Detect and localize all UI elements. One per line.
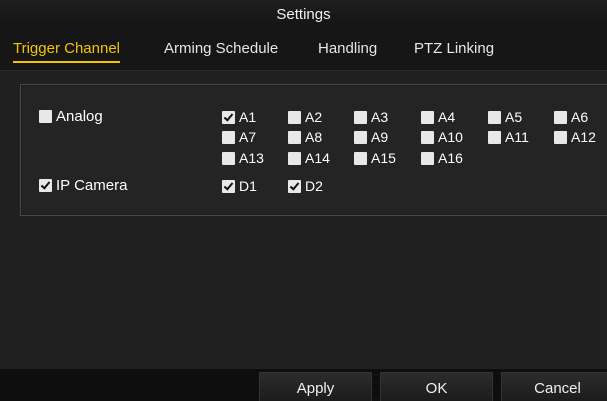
channel-a11[interactable]: A11 (488, 128, 529, 146)
channel-label: A8 (305, 129, 323, 145)
channel-checkbox[interactable] (222, 110, 235, 124)
channel-a10[interactable]: A10 (421, 128, 463, 146)
channel-label: D1 (239, 178, 257, 194)
channel-a15[interactable]: A15 (354, 149, 396, 167)
tab-ptz-linking[interactable]: PTZ Linking (414, 39, 494, 63)
ok-button[interactable]: OK (380, 372, 493, 401)
tab-bar: Trigger Channel Arming Schedule Handling… (0, 30, 607, 71)
channel-checkbox[interactable] (554, 130, 567, 144)
channel-label: A12 (571, 129, 596, 145)
window-title: Settings (0, 0, 607, 30)
channel-label: A6 (571, 109, 589, 125)
channel-checkbox[interactable] (421, 110, 434, 124)
channel-label: A3 (371, 109, 389, 125)
channel-checkbox[interactable] (222, 179, 235, 193)
channel-label: A14 (305, 150, 330, 166)
channel-a2[interactable]: A2 (288, 108, 322, 126)
channel-a13[interactable]: A13 (222, 149, 264, 167)
channel-label: A13 (239, 150, 264, 166)
channel-checkbox[interactable] (554, 110, 567, 124)
channel-checkbox[interactable] (488, 110, 501, 124)
channel-a12[interactable]: A12 (554, 128, 596, 146)
channel-a9[interactable]: A9 (354, 128, 388, 146)
channel-checkbox[interactable] (288, 151, 301, 165)
channel-checkbox[interactable] (354, 110, 367, 124)
channel-d1[interactable]: D1 (222, 177, 257, 195)
channel-a16[interactable]: A16 (421, 149, 463, 167)
channel-checkbox[interactable] (288, 110, 301, 124)
channel-label: A10 (438, 129, 463, 145)
channel-label: A1 (239, 109, 257, 125)
tab-trigger-channel[interactable]: Trigger Channel (13, 39, 120, 63)
channel-a14[interactable]: A14 (288, 149, 330, 167)
channel-a6[interactable]: A6 (554, 108, 588, 126)
tab-arming-schedule[interactable]: Arming Schedule (164, 39, 278, 63)
analog-select-all[interactable]: Analog (39, 108, 103, 126)
tab-handling[interactable]: Handling (318, 39, 377, 63)
channel-a3[interactable]: A3 (354, 108, 388, 126)
button-bar: Apply OK Cancel (0, 369, 607, 401)
channel-label: A4 (438, 109, 456, 125)
channel-label: A9 (371, 129, 389, 145)
cancel-button[interactable]: Cancel (501, 372, 607, 401)
channel-label: A2 (305, 109, 323, 125)
channel-checkbox[interactable] (288, 130, 301, 144)
analog-checkbox[interactable] (39, 109, 52, 123)
settings-dialog: Settings Trigger Channel Arming Schedule… (0, 0, 607, 401)
apply-button[interactable]: Apply (259, 372, 372, 401)
channel-a1[interactable]: A1 (222, 108, 256, 126)
analog-label: Analog (56, 108, 103, 125)
channel-a5[interactable]: A5 (488, 108, 522, 126)
ip-camera-label: IP Camera (56, 177, 128, 194)
channel-d2[interactable]: D2 (288, 177, 323, 195)
ip-camera-select-all[interactable]: IP Camera (39, 177, 127, 195)
channel-label: A16 (438, 150, 463, 166)
channel-checkbox[interactable] (288, 179, 301, 193)
channel-label: A5 (505, 109, 523, 125)
channel-a7[interactable]: A7 (222, 128, 256, 146)
channel-label: D2 (305, 178, 323, 194)
channel-label: A7 (239, 129, 257, 145)
channel-label: A11 (505, 129, 529, 145)
channel-checkbox[interactable] (222, 130, 235, 144)
ip-camera-checkbox[interactable] (39, 178, 52, 192)
channel-checkbox[interactable] (354, 130, 367, 144)
channel-checkbox[interactable] (421, 130, 434, 144)
channel-a4[interactable]: A4 (421, 108, 455, 126)
channel-checkbox[interactable] (421, 151, 434, 165)
channel-a8[interactable]: A8 (288, 128, 322, 146)
channel-label: A15 (371, 150, 396, 166)
channel-checkbox[interactable] (222, 151, 235, 165)
channel-checkbox[interactable] (354, 151, 367, 165)
channel-checkbox[interactable] (488, 130, 501, 144)
